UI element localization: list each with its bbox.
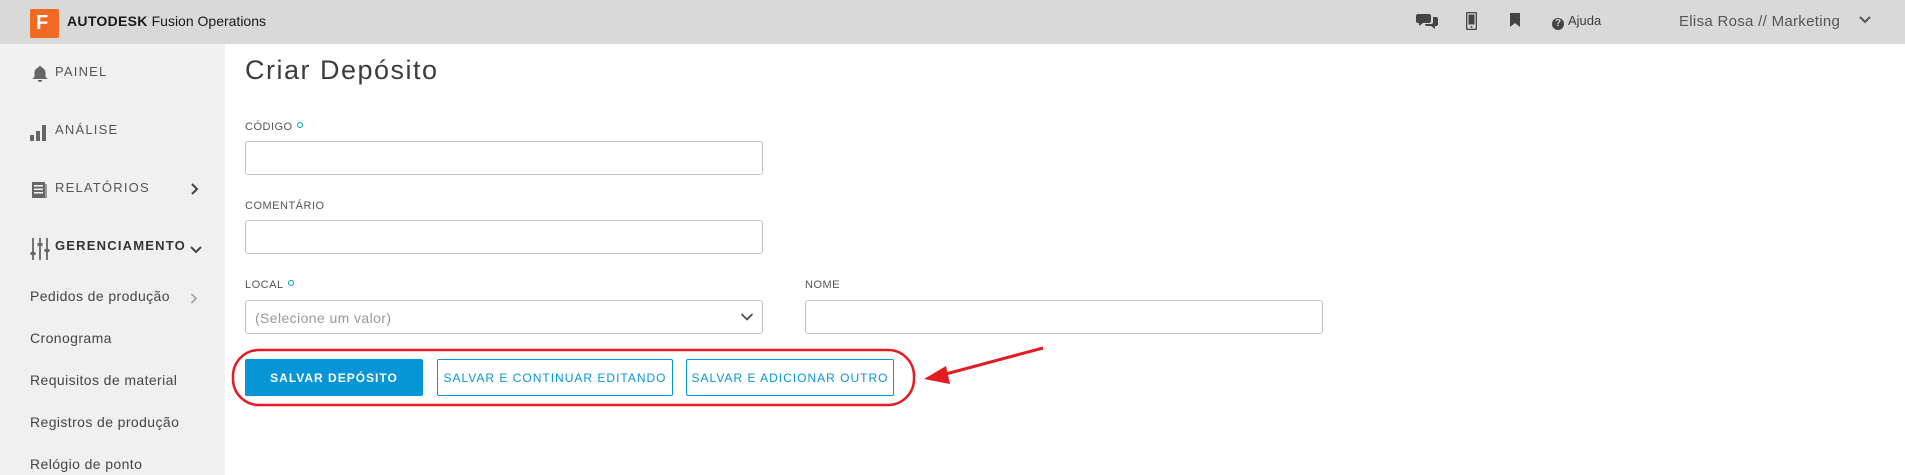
page-title: Criar Depósito xyxy=(245,55,439,85)
sidebar-subitem-cronograma[interactable]: Cronograma xyxy=(30,330,112,346)
sliders-icon xyxy=(30,238,50,260)
sidebar-item-gerenciamento[interactable]: GERENCIAMENTO xyxy=(0,218,225,276)
sidebar-subitem-requisitos[interactable]: Requisitos de material xyxy=(30,372,177,388)
codigo-input[interactable] xyxy=(245,141,763,175)
chevron-down-icon xyxy=(190,242,202,260)
sidebar-subitem-pedidos[interactable]: Pedidos de produção xyxy=(30,288,170,304)
sidebar-item-label: PAINEL xyxy=(55,64,108,79)
sidebar-subitem-registros[interactable]: Registros de produção xyxy=(30,414,179,430)
top-bar: F AUTODESK Fusion Operations ? Ajuda Elis… xyxy=(0,0,1905,44)
comentario-input[interactable] xyxy=(245,220,763,254)
local-label: LOCAL xyxy=(245,279,294,291)
report-icon xyxy=(30,180,50,200)
comentario-label: COMENTÁRIO xyxy=(245,200,325,212)
local-select[interactable]: (Selecione um valor) xyxy=(245,300,763,334)
gerenciamento-submenu: Pedidos de produção Cronograma Requisito… xyxy=(0,274,225,475)
codigo-label: CÓDIGO xyxy=(245,121,303,133)
nome-input[interactable] xyxy=(805,300,1323,334)
chevron-right-icon xyxy=(190,291,198,309)
bar-chart-icon xyxy=(30,122,50,142)
required-indicator-icon xyxy=(296,122,303,128)
help-link[interactable]: ? Ajuda xyxy=(1552,13,1601,30)
user-menu[interactable]: Elisa Rosa // Marketing xyxy=(1679,13,1840,30)
sidebar-subitem-relogio[interactable]: Relógio de ponto xyxy=(30,456,142,472)
mobile-icon[interactable] xyxy=(1465,11,1478,35)
help-icon: ? xyxy=(1552,18,1564,30)
sidebar-item-label: ANÁLISE xyxy=(55,122,119,137)
chevron-right-icon xyxy=(190,182,200,200)
chevron-down-icon xyxy=(740,310,754,329)
bell-icon xyxy=(30,64,50,84)
annotation-arrow-head xyxy=(924,366,950,384)
required-indicator-icon xyxy=(287,280,294,286)
sidebar: PAINEL ANÁLISE RELATÓRIOS GERENCIAMENTO … xyxy=(0,44,225,475)
nome-label: NOME xyxy=(805,279,840,291)
sidebar-item-painel[interactable]: PAINEL xyxy=(0,44,225,102)
sidebar-item-label: GERENCIAMENTO xyxy=(55,238,186,253)
bookmark-icon[interactable] xyxy=(1510,13,1520,32)
sidebar-item-analise[interactable]: ANÁLISE xyxy=(0,102,225,160)
annotation-arrow-shaft xyxy=(941,346,1044,377)
local-select-placeholder: (Selecione um valor) xyxy=(255,310,392,326)
chat-icon[interactable] xyxy=(1416,12,1438,35)
save-continue-button[interactable]: SALVAR E CONTINUAR EDITANDO xyxy=(437,359,673,396)
save-add-another-button[interactable]: SALVAR E ADICIONAR OUTRO xyxy=(686,359,894,396)
brand-name[interactable]: AUTODESK Fusion Operations xyxy=(67,13,266,29)
save-deposit-button[interactable]: SALVAR DEPÓSITO xyxy=(245,359,423,396)
fusion-logo-icon[interactable]: F xyxy=(30,9,59,38)
chevron-down-icon[interactable] xyxy=(1858,13,1872,32)
sidebar-item-relatorios[interactable]: RELATÓRIOS xyxy=(0,160,225,218)
sidebar-item-label: RELATÓRIOS xyxy=(55,180,150,195)
